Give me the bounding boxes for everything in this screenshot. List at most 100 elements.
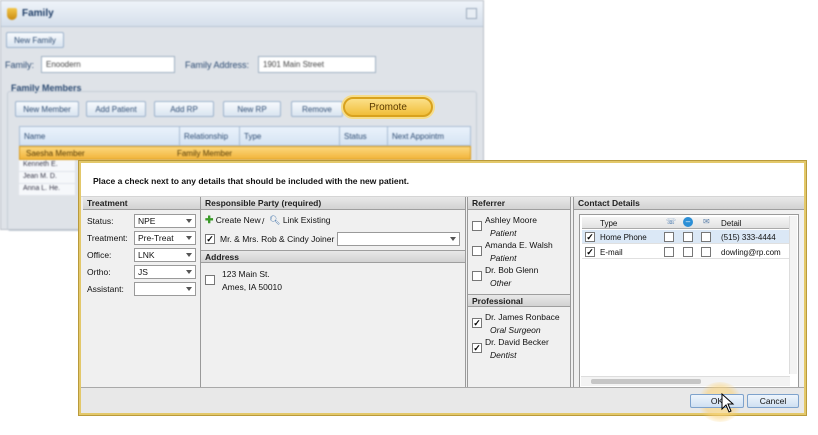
- family-address-field[interactable]: 1901 Main Street: [258, 56, 376, 73]
- professional-name: Dr. David Becker: [485, 337, 549, 347]
- contact-grid: Type ☏ – ✉ Detail ✓ Home Phone (515) 333…: [579, 214, 799, 388]
- search-icon: 🔍︎: [269, 215, 281, 225]
- column-status[interactable]: Status: [340, 127, 388, 145]
- contact-details-panel: Contact Details Type ☏ – ✉ Detail ✓ Home…: [573, 197, 804, 388]
- create-new-label: Create New: [215, 215, 261, 225]
- chevron-down-icon: [186, 219, 192, 223]
- table-row[interactable]: Kenneth E.: [19, 160, 75, 172]
- remove-button[interactable]: Remove: [291, 101, 343, 117]
- table-row[interactable]: Anna L. He.: [19, 184, 75, 196]
- ortho-label: Ortho:: [87, 267, 111, 277]
- family-window-title: Family: [22, 8, 54, 19]
- referrer-checkbox[interactable]: [472, 221, 482, 231]
- status-value: NPE: [138, 216, 156, 226]
- column-type[interactable]: Type: [600, 219, 617, 228]
- create-new-link[interactable]: ✚ Create New: [205, 215, 261, 226]
- responsible-party-title: Responsible Party (required): [201, 197, 465, 210]
- no-call-checkbox[interactable]: [683, 247, 693, 257]
- link-existing-link[interactable]: 🔍︎ Link Existing: [269, 215, 331, 226]
- column-next-appointment[interactable]: Next Appointm: [388, 127, 470, 145]
- add-rp-button[interactable]: Add RP: [154, 101, 214, 117]
- office-value: LNK: [138, 250, 155, 260]
- referrer-checkbox[interactable]: [472, 246, 482, 256]
- address-checkbox[interactable]: [205, 275, 215, 285]
- column-detail[interactable]: Detail: [721, 219, 741, 228]
- treatment-value: Pre-Treat: [138, 233, 174, 243]
- email-icon[interactable]: ✉: [703, 217, 710, 226]
- treatment-panel: Treatment Status: NPE Treatment: Pre-Tre…: [83, 197, 201, 387]
- address-line2: Ames, IA 50010: [222, 282, 283, 292]
- vertical-scrollbar[interactable]: [789, 216, 797, 374]
- treatment-select[interactable]: Pre-Treat: [134, 231, 196, 245]
- table-header: Name Relationship Type Status Next Appoi…: [19, 126, 471, 146]
- assistant-select[interactable]: [134, 282, 196, 296]
- professional-checkbox[interactable]: ✓: [472, 318, 482, 328]
- no-call-icon[interactable]: –: [683, 217, 693, 227]
- chevron-down-icon: [186, 236, 192, 240]
- ortho-value: JS: [138, 267, 148, 277]
- family-titlebar: Family: [1, 1, 483, 27]
- add-patient-button[interactable]: Add Patient: [86, 101, 146, 117]
- ortho-select[interactable]: JS: [134, 265, 196, 279]
- treatment-label: Treatment:: [87, 233, 128, 243]
- party-checkbox[interactable]: ✓: [205, 234, 215, 244]
- mouse-cursor-icon: [721, 393, 735, 413]
- office-label: Office:: [87, 250, 112, 260]
- contact-details-title: Contact Details: [574, 197, 804, 210]
- phone-flag-checkbox[interactable]: [664, 232, 674, 242]
- column-relationship[interactable]: Relationship: [180, 127, 240, 145]
- chevron-down-icon: [186, 287, 192, 291]
- scrollbar-thumb[interactable]: [591, 379, 701, 384]
- dialog-instruction: Place a check next to any details that s…: [81, 163, 804, 197]
- referrer-name: Amanda E. Walsh: [485, 240, 553, 250]
- table-row-selected[interactable]: Saesha Member Family Member: [19, 146, 471, 160]
- referrer-role: Patient: [490, 253, 517, 263]
- table-row[interactable]: Jean M. D.: [19, 172, 75, 184]
- contact-detail: dowling@rp.com: [721, 248, 781, 257]
- contact-type: E-mail: [600, 248, 623, 257]
- referrer-checkbox[interactable]: [472, 271, 482, 281]
- close-icon[interactable]: [466, 8, 477, 19]
- family-field[interactable]: Enoodern: [41, 56, 175, 73]
- column-type[interactable]: Type: [240, 127, 340, 145]
- horizontal-scrollbar[interactable]: [581, 376, 790, 386]
- assistant-label: Assistant:: [87, 284, 124, 294]
- status-label: Status:: [87, 216, 114, 226]
- new-member-button[interactable]: New Member: [15, 101, 79, 117]
- contact-type: Home Phone: [600, 233, 647, 242]
- referrer-panel: Referrer Ashley Moore Patient Amanda E. …: [467, 197, 571, 387]
- contact-checkbox[interactable]: ✓: [585, 232, 595, 242]
- professional-role: Oral Surgeon: [490, 325, 541, 335]
- referrer-role: Other: [490, 278, 512, 288]
- email-flag-checkbox[interactable]: [701, 232, 711, 242]
- cancel-button[interactable]: Cancel: [747, 394, 799, 408]
- party-select[interactable]: [337, 232, 460, 246]
- referrer-title: Referrer: [468, 197, 570, 210]
- professional-name: Dr. James Ronbace: [485, 312, 560, 322]
- row-type: Family Member: [176, 149, 233, 158]
- address-title: Address: [201, 250, 465, 263]
- chevron-down-icon: [186, 253, 192, 257]
- contact-row[interactable]: ✓ Home Phone (515) 333-4444: [582, 230, 794, 244]
- phone-flag-checkbox[interactable]: [664, 247, 674, 257]
- row-name: Saesha Member: [26, 149, 85, 158]
- referrer-role: Patient: [490, 228, 517, 238]
- party-name: Mr. & Mrs. Rob & Cindy Joiner: [220, 234, 335, 244]
- contact-grid-header: Type ☏ – ✉ Detail: [582, 217, 794, 229]
- dialog-footer: OK Cancel: [81, 382, 804, 422]
- professional-checkbox[interactable]: ✓: [472, 343, 482, 353]
- new-rp-button[interactable]: New RP: [223, 101, 281, 117]
- new-family-button[interactable]: New Family: [6, 32, 64, 48]
- no-call-checkbox[interactable]: [683, 232, 693, 242]
- ok-button[interactable]: OK: [690, 394, 744, 408]
- contact-checkbox[interactable]: ✓: [585, 247, 595, 257]
- chevron-down-icon: [186, 270, 192, 274]
- promote-button[interactable]: Promote: [343, 97, 433, 117]
- treatment-title: Treatment: [83, 197, 200, 210]
- status-select[interactable]: NPE: [134, 214, 196, 228]
- office-select[interactable]: LNK: [134, 248, 196, 262]
- contact-row[interactable]: ✓ E-mail dowling@rp.com: [582, 245, 794, 259]
- email-flag-checkbox[interactable]: [701, 247, 711, 257]
- phone-icon[interactable]: ☏: [666, 217, 676, 226]
- column-name[interactable]: Name: [20, 127, 180, 145]
